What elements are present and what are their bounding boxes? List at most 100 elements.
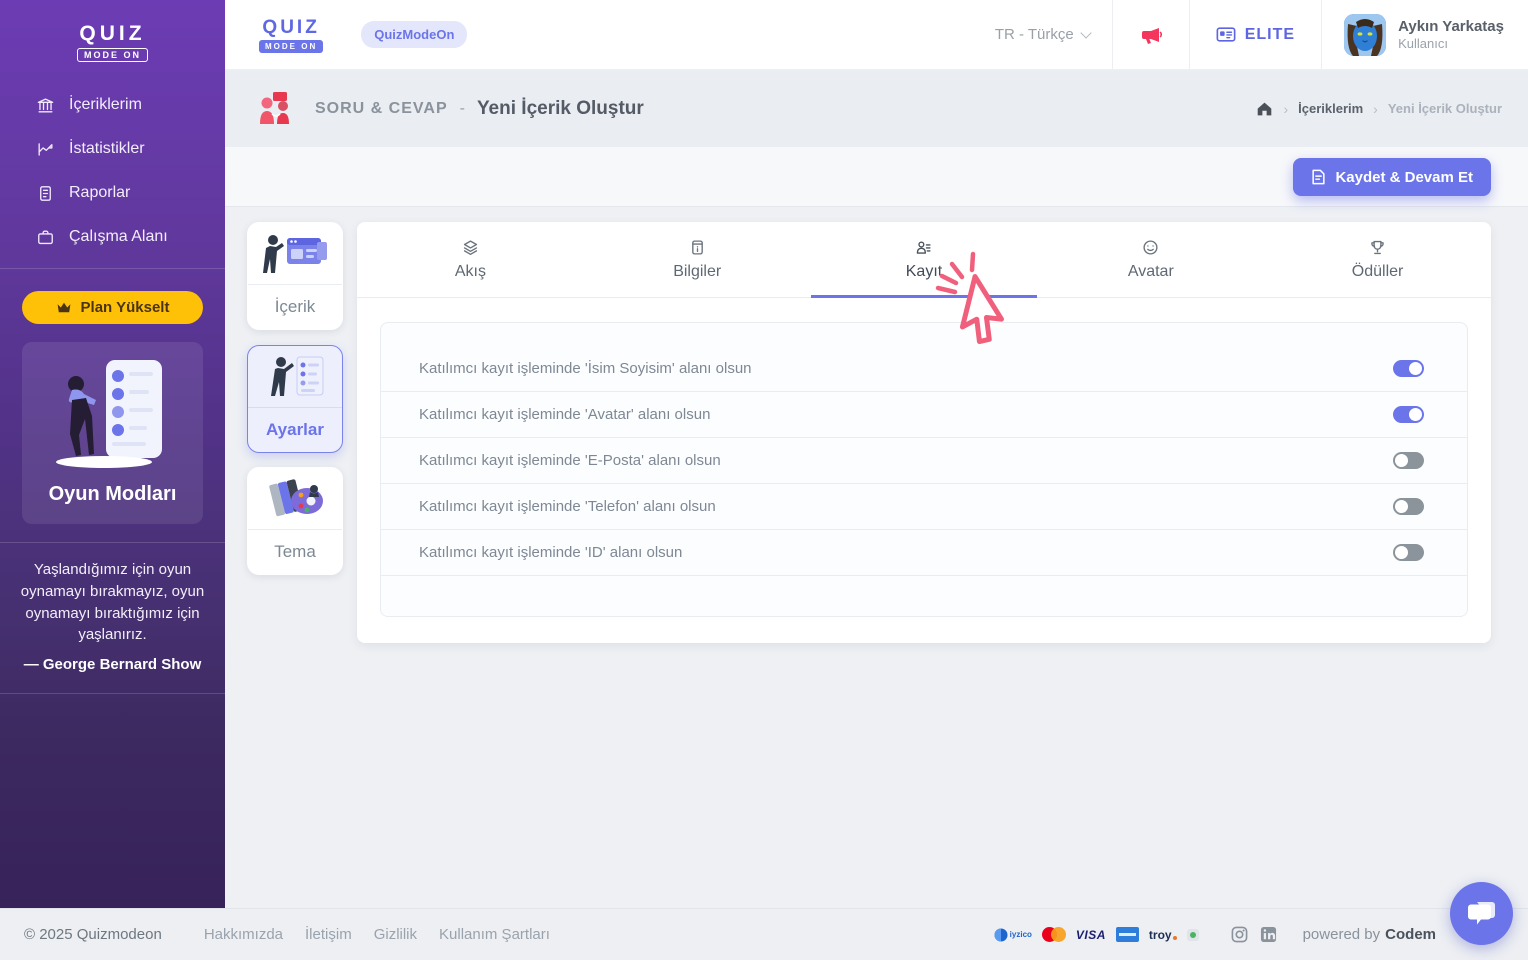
user-role: Kullanıcı bbox=[1398, 36, 1504, 51]
setting-row: Katılımcı kayıt işleminde 'ID' alanı ols… bbox=[381, 530, 1467, 576]
sidebar-item-label: İstatistikler bbox=[69, 140, 145, 158]
tab-bar: Akış Bilgiler Kayıt Avatar Ödüller bbox=[357, 222, 1491, 298]
tab-label: Ödüller bbox=[1352, 263, 1404, 281]
tab-label: Akış bbox=[455, 263, 486, 281]
chat-bubbles-icon bbox=[1467, 900, 1497, 928]
sidebar-item-label: Çalışma Alanı bbox=[69, 228, 168, 246]
copyright: © 2025 Quizmodeon bbox=[24, 926, 162, 943]
toggle-knob bbox=[1395, 500, 1408, 513]
setting-label: Katılımcı kayıt işleminde 'ID' alanı ols… bbox=[419, 544, 1393, 561]
smiley-icon bbox=[1142, 239, 1159, 256]
user-name: Aykın Yarkataş bbox=[1398, 18, 1504, 35]
footer-link[interactable]: İletişim bbox=[305, 926, 352, 943]
sidebar-nav: İçeriklerim İstatistikler Raporlar Çalış… bbox=[0, 80, 225, 268]
game-modes-illustration bbox=[38, 356, 188, 471]
header-logo[interactable]: QUIZ MODE ON bbox=[259, 17, 323, 53]
step-card-content[interactable]: İçerik bbox=[247, 222, 343, 330]
language-selector[interactable]: TR - Türkçe bbox=[973, 26, 1112, 43]
plan-badge[interactable]: ELITE bbox=[1190, 0, 1321, 69]
footer-links: Hakkımızda İletişim Gizlilik Kullanım Şartl… bbox=[204, 926, 550, 943]
tab-label: Avatar bbox=[1128, 263, 1174, 281]
sidebar-item-contents[interactable]: İçeriklerim bbox=[36, 88, 225, 122]
registration-settings-panel: Katılımcı kayıt işleminde 'İsim Soyisim'… bbox=[380, 322, 1468, 617]
game-modes-card[interactable]: Oyun Modları bbox=[22, 342, 203, 524]
setting-toggle[interactable] bbox=[1393, 544, 1424, 561]
sidebar-item-reports[interactable]: Raporlar bbox=[36, 176, 225, 210]
powered-brand: Codem bbox=[1385, 926, 1436, 943]
linkedin-icon[interactable] bbox=[1260, 926, 1277, 943]
tab-rewards[interactable]: Ödüller bbox=[1264, 222, 1491, 297]
step-card-theme[interactable]: Tema bbox=[247, 467, 343, 575]
save-continue-label: Kaydet & Devam Et bbox=[1335, 169, 1473, 186]
step-card-settings[interactable]: Ayarlar bbox=[247, 345, 343, 453]
instagram-icon[interactable] bbox=[1231, 926, 1248, 943]
quote-text: Yaşlandığımız için oyun oynamayı bırakma… bbox=[16, 559, 209, 646]
crown-icon bbox=[56, 301, 72, 314]
home-icon[interactable] bbox=[1256, 101, 1273, 117]
notebook-icon bbox=[689, 239, 706, 256]
action-band: Kaydet & Devam Et bbox=[225, 147, 1528, 207]
amex-logo bbox=[1116, 927, 1139, 942]
setting-label: Katılımcı kayıt işleminde 'İsim Soyisim'… bbox=[419, 360, 1393, 377]
settings-list: Katılımcı kayıt işleminde 'İsim Soyisim'… bbox=[381, 346, 1467, 576]
theme-step-illustration bbox=[248, 468, 342, 530]
sidebar-item-statistics[interactable]: İstatistikler bbox=[36, 132, 225, 166]
step-label-theme: Tema bbox=[248, 530, 342, 574]
chevron-down-icon bbox=[1080, 27, 1091, 38]
tab-flow[interactable]: Akış bbox=[357, 222, 584, 297]
setting-label: Katılımcı kayıt işleminde 'Avatar' alanı… bbox=[419, 406, 1393, 423]
chart-line-icon bbox=[36, 140, 55, 159]
layers-icon bbox=[462, 239, 479, 256]
footer-link[interactable]: Hakkımızda bbox=[204, 926, 283, 943]
chevron-right-icon: › bbox=[1283, 101, 1288, 117]
sidebar: QUIZ MODE ON İçeriklerim İstatistikler R… bbox=[0, 0, 225, 908]
avatar bbox=[1344, 14, 1386, 56]
settings-card: Akış Bilgiler Kayıt Avatar Ödüller Katıl… bbox=[357, 222, 1491, 643]
megaphone-icon bbox=[1139, 24, 1163, 46]
footer-link[interactable]: Kullanım Şartları bbox=[439, 926, 550, 943]
breadcrumb-dash: - bbox=[460, 100, 465, 118]
setting-row: Katılımcı kayıt işleminde 'İsim Soyisim'… bbox=[381, 346, 1467, 392]
upgrade-plan-label: Plan Yükselt bbox=[81, 299, 170, 316]
setting-toggle[interactable] bbox=[1393, 406, 1424, 423]
tab-label: Kayıt bbox=[906, 263, 942, 281]
breadcrumb-bar: SORU & CEVAP - Yeni İçerik Oluştur › İçe… bbox=[225, 70, 1528, 147]
qna-illustration bbox=[253, 88, 297, 130]
save-continue-button[interactable]: Kaydet & Devam Et bbox=[1293, 158, 1491, 196]
tab-avatar[interactable]: Avatar bbox=[1037, 222, 1264, 297]
logo-subtext: MODE ON bbox=[77, 48, 148, 62]
sidebar-logo: QUIZ MODE ON bbox=[0, 0, 225, 80]
trophy-icon bbox=[1369, 239, 1386, 256]
sidebar-item-label: İçeriklerim bbox=[69, 96, 142, 114]
setting-toggle[interactable] bbox=[1393, 498, 1424, 515]
tab-registration[interactable]: Kayıt bbox=[811, 222, 1038, 297]
step-label-settings: Ayarlar bbox=[248, 408, 342, 452]
logo-text: QUIZ bbox=[262, 17, 319, 39]
upgrade-plan-button[interactable]: Plan Yükselt bbox=[22, 291, 203, 324]
setting-row: Katılımcı kayıt işleminde 'Telefon' alan… bbox=[381, 484, 1467, 530]
participant-icon bbox=[915, 239, 932, 256]
toggle-knob bbox=[1395, 454, 1408, 467]
chevron-right-icon: › bbox=[1373, 101, 1378, 117]
setting-label: Katılımcı kayıt işleminde 'Telefon' alan… bbox=[419, 498, 1393, 515]
announcements-button[interactable] bbox=[1113, 0, 1189, 69]
breadcrumb: › İçeriklerim › Yeni İçerik Oluştur bbox=[1256, 101, 1502, 117]
workspace-badge[interactable]: QuizModeOn bbox=[361, 21, 467, 48]
user-menu[interactable]: Aykın Yarkataş Kullanıcı bbox=[1322, 0, 1528, 69]
tab-info[interactable]: Bilgiler bbox=[584, 222, 811, 297]
logo-text: QUIZ bbox=[79, 22, 145, 46]
chat-widget-button[interactable] bbox=[1450, 882, 1513, 945]
id-badge-icon bbox=[1216, 26, 1236, 43]
toggle-knob bbox=[1409, 408, 1422, 421]
troy-logo: troy bbox=[1149, 928, 1177, 942]
breadcrumb-current: Yeni İçerik Oluştur bbox=[1388, 101, 1502, 116]
breadcrumb-link-contents[interactable]: İçeriklerim bbox=[1298, 101, 1363, 116]
settings-step-illustration bbox=[248, 346, 342, 408]
setting-toggle[interactable] bbox=[1393, 452, 1424, 469]
sidebar-item-label: Raporlar bbox=[69, 184, 130, 202]
content-step-illustration bbox=[248, 223, 342, 285]
setting-toggle[interactable] bbox=[1393, 360, 1424, 377]
footer-link[interactable]: Gizlilik bbox=[374, 926, 417, 943]
powered-prefix: powered by bbox=[1303, 926, 1381, 943]
sidebar-item-workspace[interactable]: Çalışma Alanı bbox=[36, 220, 225, 254]
